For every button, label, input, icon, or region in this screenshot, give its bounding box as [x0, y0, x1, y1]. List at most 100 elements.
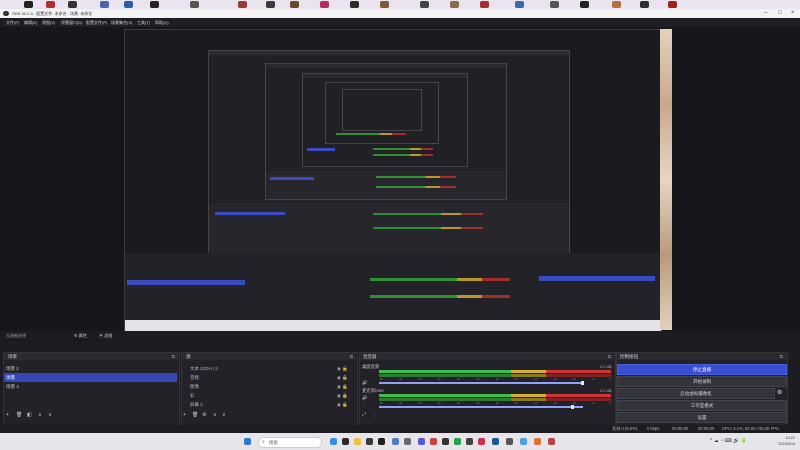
app-icon[interactable] — [366, 438, 373, 445]
tab-icon[interactable] — [100, 1, 109, 8]
remove-source-icon[interactable]: 🗑 — [192, 412, 198, 418]
tab-icon[interactable] — [320, 1, 329, 8]
taskbar-date[interactable]: 2024/11/4 — [770, 442, 795, 446]
scene-item[interactable]: 场景 3 — [6, 382, 19, 391]
visibility-eye-icon[interactable]: ◉ 🔒 — [337, 402, 348, 408]
tab-icon[interactable] — [480, 1, 489, 8]
tab-icon[interactable] — [380, 1, 389, 8]
start-virtual-camera-button[interactable]: 启动虚拟摄像机 — [617, 388, 775, 399]
app-icon[interactable] — [418, 438, 425, 445]
filters-button[interactable]: ▣ 滤镜 — [99, 332, 112, 339]
app-icon[interactable] — [342, 438, 349, 445]
tab-icon[interactable] — [580, 1, 589, 8]
undock-icon[interactable]: ⧉ — [350, 353, 353, 360]
visibility-eye-icon[interactable]: ◉ 🔒 — [337, 384, 348, 390]
start-recording-button[interactable]: 开始录制 — [617, 376, 787, 387]
tab-icon[interactable] — [150, 1, 159, 8]
close-icon[interactable]: × — [791, 10, 795, 16]
app-icon[interactable] — [548, 438, 555, 445]
remove-scene-icon[interactable]: 🗑 — [16, 412, 22, 418]
undock-icon[interactable]: ⧉ — [780, 353, 783, 360]
move-up-icon[interactable]: ∧ — [213, 412, 217, 418]
scene-item[interactable]: 场景 2 — [6, 364, 19, 373]
undock-icon[interactable]: ⧉ — [172, 353, 175, 360]
add-scene-icon[interactable]: + — [6, 412, 9, 418]
menu-file[interactable]: 文件(F) — [6, 20, 19, 26]
menu-docks[interactable]: 停靠窗口(D) — [61, 20, 83, 26]
tab-icon[interactable] — [190, 1, 199, 8]
source-item[interactable]: 音频 — [190, 373, 199, 382]
studio-mode-button[interactable]: 工作室模式 — [617, 400, 787, 411]
app-icon[interactable] — [430, 438, 437, 445]
move-down-icon[interactable]: ∨ — [222, 412, 226, 418]
minimize-icon[interactable]: – — [764, 10, 767, 16]
menu-edit[interactable]: 编辑(E) — [24, 20, 37, 26]
preview-canvas[interactable] — [124, 29, 662, 332]
tab-icon[interactable] — [350, 1, 359, 8]
fader-handle[interactable] — [581, 381, 584, 385]
edge-icon[interactable] — [330, 438, 337, 445]
scene-filters-icon[interactable]: ◧ — [27, 412, 32, 418]
menu-tools[interactable]: 工具(T) — [137, 20, 150, 26]
taskbar-search[interactable]: ⌕ 搜索 — [258, 437, 322, 448]
maximize-icon[interactable]: □ — [778, 10, 782, 16]
taskbar-time[interactable]: 10:22 — [770, 436, 795, 440]
source-item[interactable]: 文本 (GDI+) 2 — [190, 364, 218, 373]
tab-icon[interactable] — [266, 1, 275, 8]
visibility-eye-icon[interactable]: ◉ 🔒 — [337, 366, 348, 372]
tab-icon[interactable] — [238, 1, 247, 8]
tab-icon[interactable] — [668, 1, 677, 8]
add-source-icon[interactable]: + — [183, 412, 186, 418]
xbox-icon[interactable] — [454, 438, 461, 445]
speaker-icon[interactable]: 🔊 — [362, 395, 368, 401]
source-item[interactable]: 彩 — [190, 391, 195, 400]
move-down-icon[interactable]: ∨ — [48, 412, 52, 418]
source-item[interactable]: 屏幕 2 — [190, 400, 203, 409]
stop-streaming-button[interactable]: 停止直播 — [617, 364, 787, 375]
menu-scene-collection[interactable]: 场景集合(S) — [111, 20, 132, 26]
tab-icon[interactable] — [68, 1, 77, 8]
visibility-eye-icon[interactable]: ◉ 🔒 — [337, 393, 348, 399]
menu-view[interactable]: 视图(V) — [42, 20, 55, 26]
tab-icon[interactable] — [290, 1, 299, 8]
volume-fader[interactable] — [379, 382, 583, 384]
settings-button[interactable]: 设置 — [617, 412, 787, 423]
tab-icon[interactable] — [550, 1, 559, 8]
properties-button[interactable]: ⚙ 属性 — [74, 332, 87, 339]
file-explorer-icon[interactable] — [354, 438, 361, 445]
source-item[interactable]: 图像 — [190, 382, 199, 391]
source-properties-icon[interactable]: ⚙ — [202, 412, 206, 418]
tab-icon[interactable] — [640, 1, 649, 8]
tab-icon[interactable] — [450, 1, 459, 8]
app-icon[interactable] — [478, 438, 485, 445]
app-icon[interactable] — [442, 438, 449, 445]
visibility-eye-icon[interactable]: ◉ 🔒 — [337, 375, 348, 381]
firefox-icon[interactable] — [534, 438, 541, 445]
app-icon[interactable] — [404, 438, 411, 445]
mixer-link-icon[interactable]: ⤢ — [362, 412, 366, 418]
gear-icon[interactable]: ⋮ — [362, 403, 367, 409]
tab-icon[interactable] — [515, 1, 524, 8]
app-icon[interactable] — [520, 438, 527, 445]
undock-icon[interactable]: ⧉ — [608, 353, 611, 360]
obs-taskbar-icon[interactable] — [378, 438, 385, 445]
move-up-icon[interactable]: ∧ — [38, 412, 42, 418]
menu-profile[interactable]: 配置文件(P) — [86, 20, 107, 26]
scene-item-selected[interactable]: 场景 — [4, 373, 177, 382]
windows-start-icon[interactable] — [244, 438, 251, 445]
fader-handle[interactable] — [571, 405, 574, 409]
app-icon[interactable] — [466, 438, 473, 445]
tab-icon[interactable] — [46, 1, 55, 8]
mixer-menu-icon[interactable]: ⋮ — [372, 412, 377, 418]
tab-icon[interactable] — [612, 1, 621, 8]
menu-help[interactable]: 帮助(H) — [155, 20, 169, 26]
volume-fader[interactable] — [379, 406, 583, 408]
app-icon[interactable] — [506, 438, 513, 445]
tab-icon[interactable] — [420, 1, 429, 8]
app-icon[interactable] — [392, 438, 399, 445]
virtual-camera-gear-icon[interactable]: ⚙ — [777, 389, 782, 396]
tab-icon[interactable] — [24, 1, 33, 8]
steam-icon[interactable] — [492, 438, 499, 445]
tab-icon[interactable] — [124, 1, 133, 8]
tray-icons[interactable]: ^ ☁ ◔ ⌨ 🔊 🔋 — [710, 438, 747, 444]
